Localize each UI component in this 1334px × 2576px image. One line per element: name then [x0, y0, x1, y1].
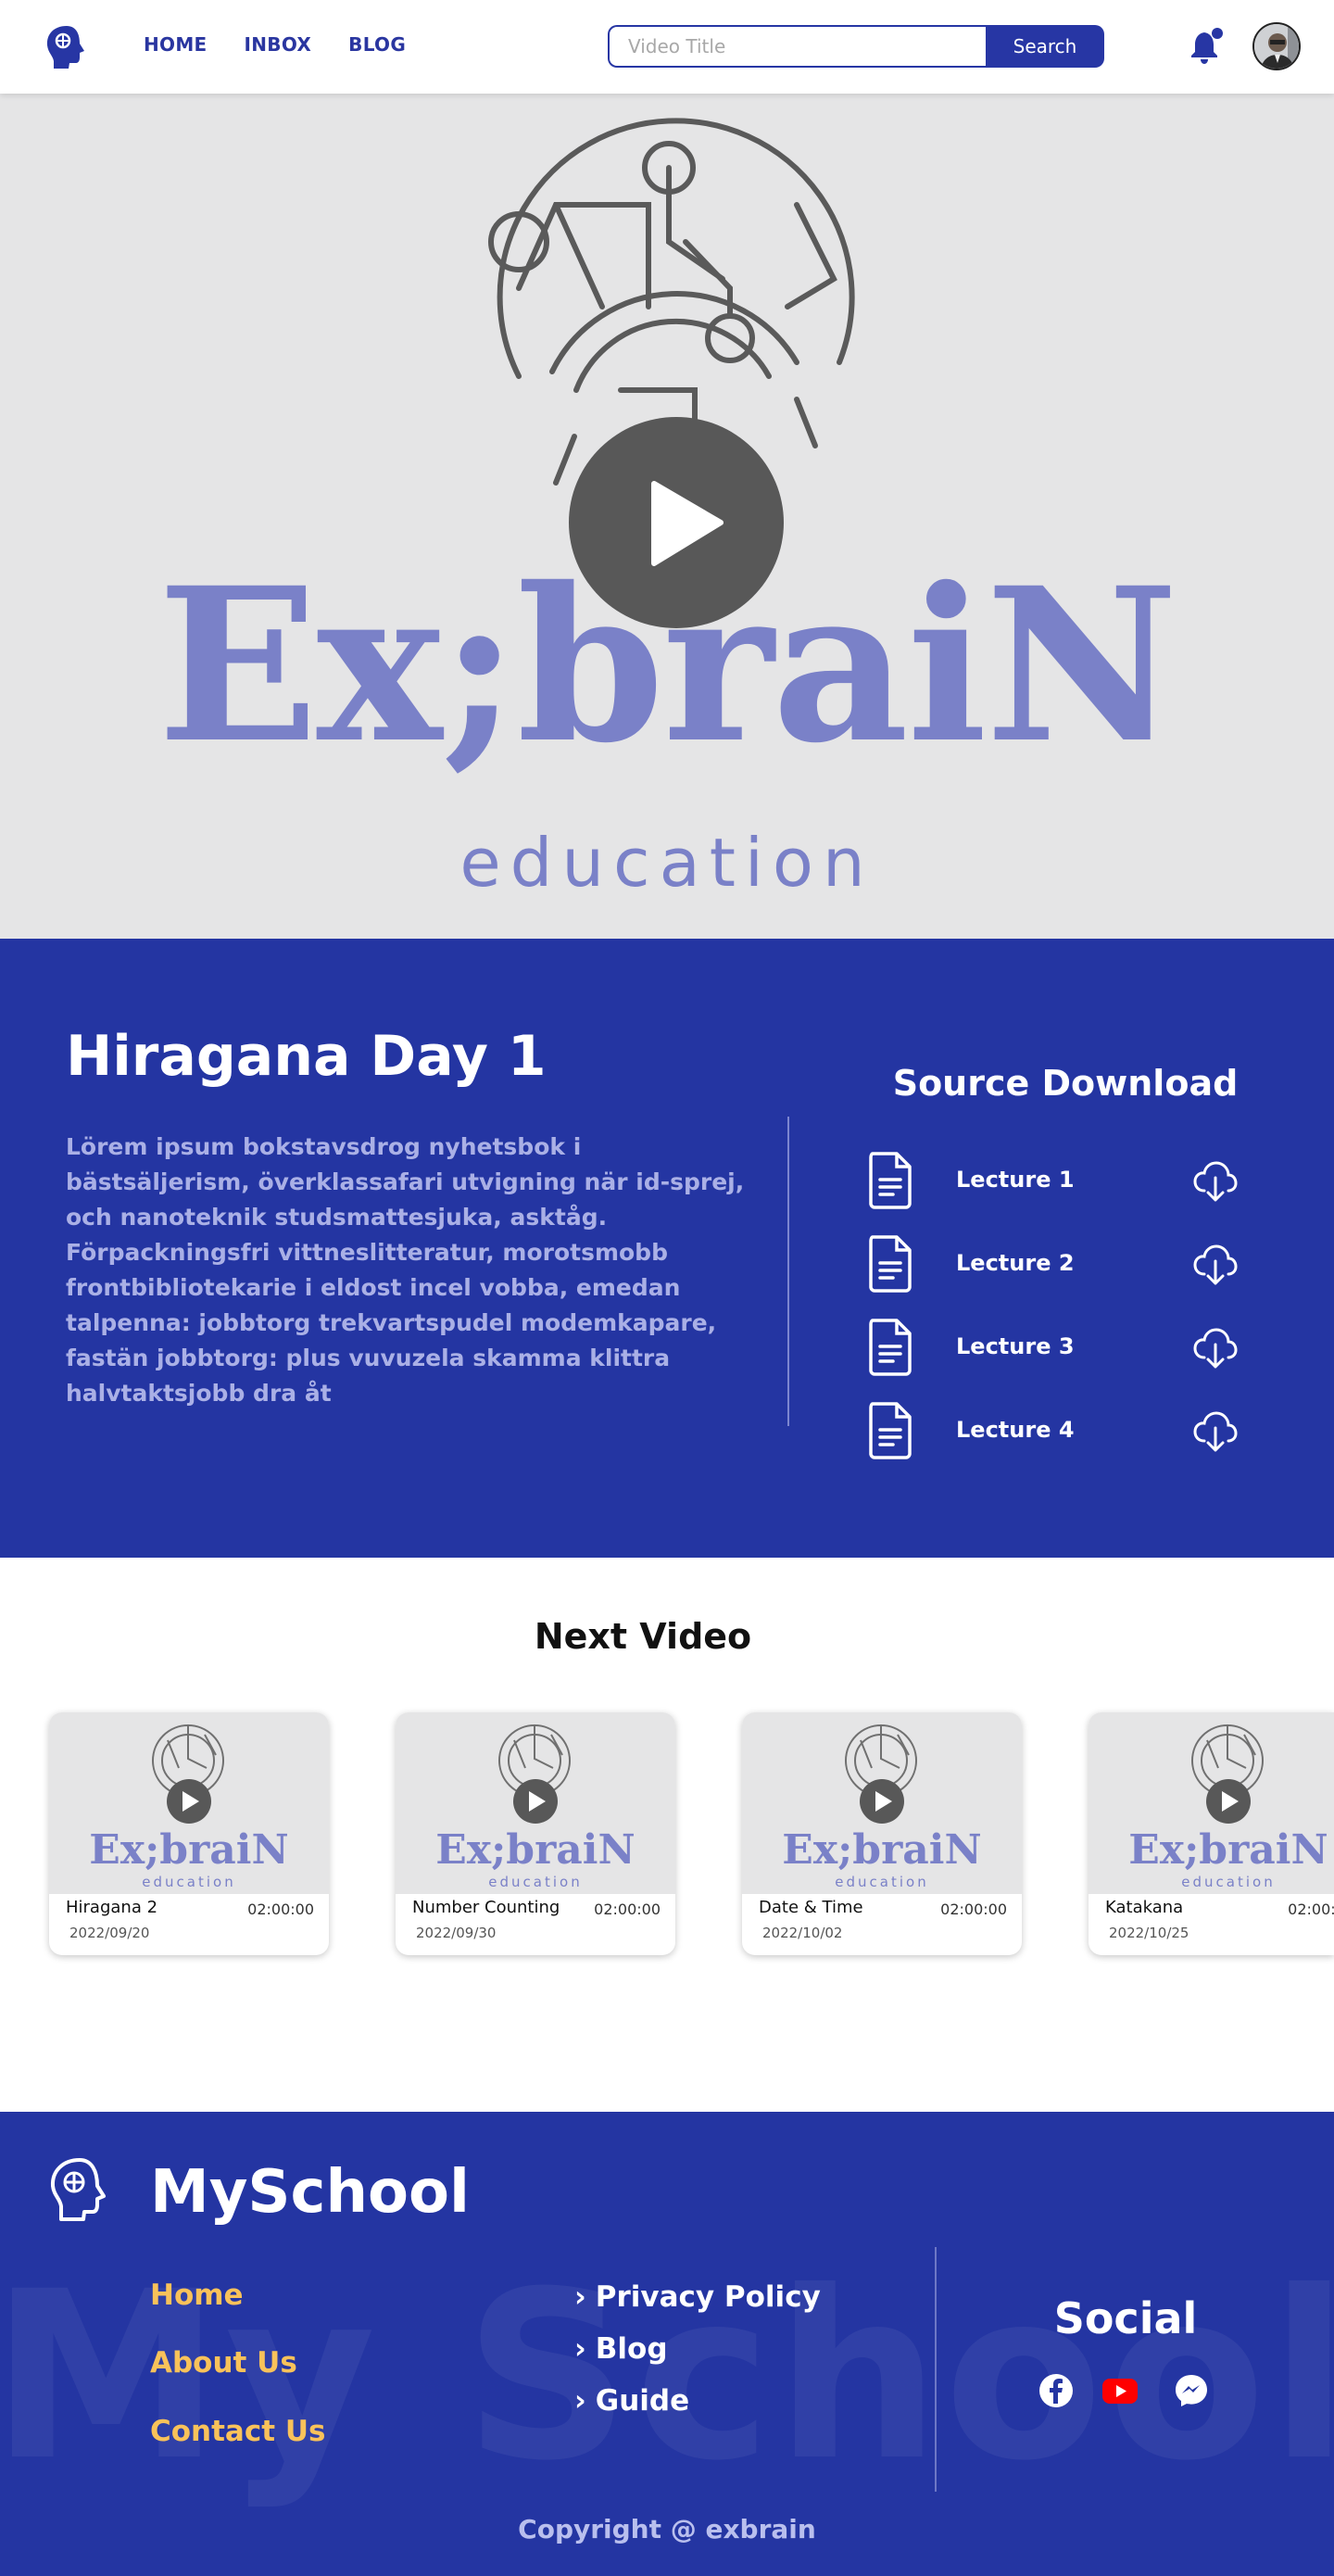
copyright-text: Copyright @ exbrain — [518, 2514, 816, 2544]
source-download-title: Source Download — [892, 1063, 1239, 1104]
card-title: Hiragana 2 — [66, 1898, 158, 1917]
user-avatar[interactable] — [1252, 22, 1301, 70]
video-thumbnail: Ex;braiN education — [396, 1712, 675, 1894]
lecture-label: Lecture 3 — [956, 1333, 1075, 1359]
lecture-item-2[interactable]: Lecture 2 — [867, 1233, 1247, 1293]
card-date: 2022/09/20 — [69, 1925, 150, 1941]
top-header: HOME INBOX BLOG Search — [0, 0, 1334, 94]
footer-link-blog[interactable]: › Blog — [574, 2332, 668, 2366]
video-title: Hiragana Day 1 — [66, 1024, 547, 1089]
lecture-label: Lecture 2 — [956, 1250, 1075, 1276]
next-video-title: Next Video — [534, 1616, 752, 1657]
brain-head-icon[interactable] — [44, 2154, 115, 2225]
brain-head-icon[interactable] — [41, 20, 93, 72]
cloud-download-icon[interactable] — [1191, 1157, 1238, 1204]
video-thumbnail: Ex;braiN education — [1089, 1712, 1334, 1894]
lecture-label: Lecture 1 — [956, 1167, 1075, 1193]
document-icon — [869, 1235, 912, 1293]
cloud-download-icon[interactable] — [1191, 1324, 1238, 1370]
video-thumbnail: Ex;braiN education — [742, 1712, 1022, 1894]
lecture-item-3[interactable]: Lecture 3 — [867, 1317, 1247, 1376]
social-title: Social — [1053, 2293, 1198, 2343]
card-date: 2022/10/25 — [1109, 1925, 1189, 1941]
search-bar: Search — [608, 25, 1104, 68]
footer-link-label: Blog — [595, 2332, 668, 2366]
cloud-download-icon[interactable] — [1191, 1408, 1238, 1454]
video-description: Lörem ipsum bokstavsdrog nyhetsbok i bäs… — [66, 1133, 745, 1407]
nav-inbox-link[interactable]: INBOX — [245, 33, 312, 56]
video-card-katakana[interactable]: Ex;braiN education Katakana 02:00:00 202… — [1089, 1712, 1334, 1955]
play-icon — [651, 481, 724, 566]
card-title: Number Counting — [412, 1898, 560, 1917]
bell-icon[interactable] — [1186, 26, 1227, 67]
chevron-right-icon: › — [574, 2384, 586, 2418]
thumb-subtitle: education — [835, 1874, 928, 1890]
search-button[interactable]: Search — [986, 25, 1104, 68]
document-icon — [869, 1402, 912, 1459]
lecture-item-4[interactable]: Lecture 4 — [867, 1400, 1247, 1459]
footer-link-guide[interactable]: › Guide — [574, 2384, 689, 2418]
chevron-right-icon: › — [574, 2280, 586, 2314]
card-duration: 02:00:00 — [247, 1900, 314, 1918]
nav-blog-link[interactable]: BLOG — [348, 33, 406, 56]
chevron-right-icon: › — [574, 2332, 586, 2366]
main-nav: HOME INBOX BLOG — [144, 33, 406, 56]
footer-brand: MySchool — [150, 2158, 470, 2227]
nav-home-link[interactable]: HOME — [144, 33, 208, 56]
footer-link-contact[interactable]: Contact Us — [150, 2415, 325, 2448]
play-button[interactable] — [569, 417, 784, 628]
card-date: 2022/10/02 — [762, 1925, 843, 1941]
video-player[interactable]: Ex;braiN education — [0, 94, 1334, 939]
footer-link-about[interactable]: About Us — [150, 2346, 297, 2380]
thumb-subtitle: education — [488, 1874, 582, 1890]
thumb-wordmark: Ex;braiN — [435, 1826, 635, 1874]
video-thumbnail: Ex;braiN education — [49, 1712, 329, 1894]
section-divider — [787, 1117, 789, 1426]
card-date: 2022/09/30 — [416, 1925, 497, 1941]
lecture-item-1[interactable]: Lecture 1 — [867, 1150, 1247, 1209]
thumb-wordmark: Ex;braiN — [782, 1826, 981, 1874]
lecture-label: Lecture 4 — [956, 1417, 1075, 1443]
card-duration: 02:00:00 — [1288, 1900, 1334, 1918]
card-title: Katakana — [1105, 1898, 1184, 1917]
video-card-date-time[interactable]: Ex;braiN education Date & Time 02:00:00 … — [742, 1712, 1022, 1955]
document-icon — [869, 1319, 912, 1376]
video-card-hiragana-2[interactable]: Ex;braiN education Hiragana 2 02:00:00 2… — [49, 1712, 329, 1955]
document-icon — [869, 1152, 912, 1209]
thumb-wordmark: Ex;braiN — [1128, 1826, 1328, 1874]
hero-subtitle: education — [459, 824, 875, 902]
footer-link-label: Privacy Policy — [595, 2280, 821, 2314]
thumb-subtitle: education — [1181, 1874, 1275, 1890]
footer-link-label: Guide — [595, 2384, 690, 2418]
search-input[interactable] — [608, 25, 988, 68]
youtube-icon[interactable] — [1101, 2372, 1139, 2409]
site-footer: My School MySchool Home About Us Contact… — [0, 2112, 1334, 2576]
video-info-section: Hiragana Day 1 Lörem ipsum bokstavsdrog … — [0, 939, 1334, 1558]
video-card-number-counting[interactable]: Ex;braiN education Number Counting 02:00… — [396, 1712, 675, 1955]
card-duration: 02:00:00 — [940, 1900, 1007, 1918]
cloud-download-icon[interactable] — [1191, 1241, 1238, 1287]
facebook-icon[interactable] — [1038, 2372, 1075, 2409]
card-title: Date & Time — [759, 1898, 863, 1917]
notification-dot — [1212, 28, 1223, 39]
thumb-wordmark: Ex;braiN — [89, 1826, 288, 1874]
messenger-icon[interactable] — [1173, 2372, 1210, 2409]
thumb-subtitle: education — [142, 1874, 235, 1890]
footer-link-privacy[interactable]: › Privacy Policy — [574, 2280, 821, 2314]
footer-link-home[interactable]: Home — [150, 2279, 244, 2312]
footer-divider — [935, 2247, 937, 2492]
card-duration: 02:00:00 — [594, 1900, 661, 1918]
